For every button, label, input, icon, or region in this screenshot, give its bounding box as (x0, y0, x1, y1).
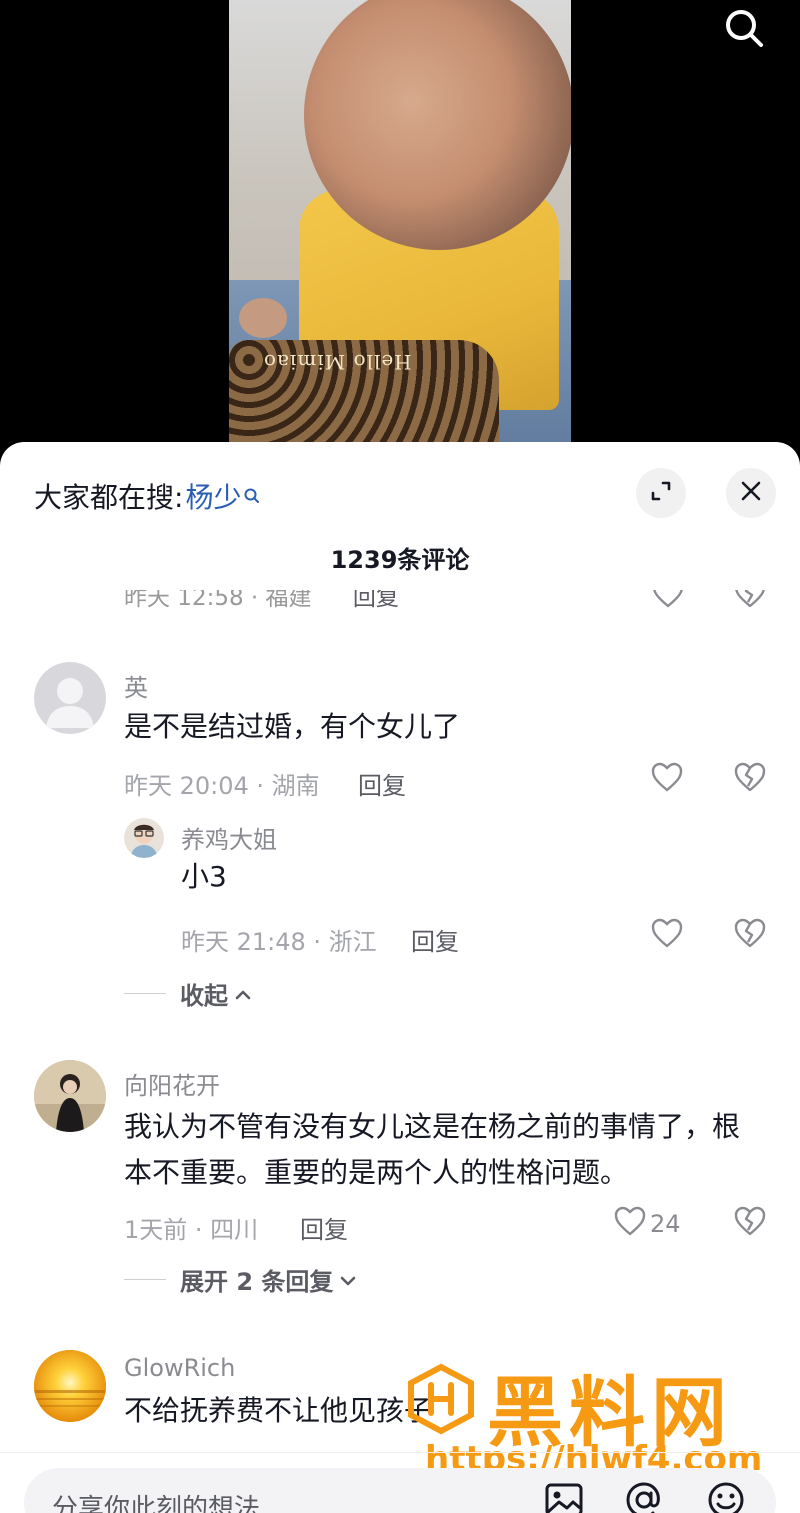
reply-button[interactable]: 回复 (411, 922, 459, 957)
expand-icon (649, 479, 673, 507)
toggle-line (124, 1279, 166, 1280)
mention-icon[interactable] (622, 1478, 666, 1513)
search-icon[interactable] (722, 6, 766, 50)
like-button[interactable] (651, 762, 683, 798)
username[interactable]: 英 (124, 668, 148, 703)
dislike-button[interactable] (734, 918, 766, 952)
like-button[interactable] (651, 918, 683, 954)
avatar[interactable] (124, 818, 164, 858)
username[interactable]: 向阳花开 (124, 1066, 220, 1101)
like-button[interactable]: 24 (614, 1206, 681, 1242)
heart-icon[interactable] (652, 590, 684, 614)
dislike-button[interactable] (734, 1206, 766, 1240)
trending-label: 大家都在搜: (34, 481, 184, 514)
comment-input[interactable]: 分享你此刻的想法 (24, 1468, 776, 1513)
trending-search[interactable]: 大家都在搜: 杨少 (34, 476, 261, 516)
comment-meta: 昨天 20:04 · 湖南 (124, 772, 320, 800)
expand-replies-button[interactable]: 展开 2 条回复 (124, 1262, 357, 1297)
heart-icon (614, 1206, 646, 1242)
video-foot (239, 298, 287, 338)
comment-count: 1239条评论 (330, 546, 470, 574)
broken-heart-icon (734, 918, 766, 952)
reply-meta: 昨天 21:48 · 浙江 (181, 928, 377, 956)
comment-meta: 昨天 12:58 · 福建 (124, 590, 312, 611)
video-player[interactable]: Hello Mimiao (0, 0, 800, 470)
comment-text: 是不是结过婚，有个女儿了 (124, 710, 461, 743)
divider (0, 1452, 800, 1453)
reply-button[interactable]: 回复 (300, 1210, 348, 1245)
reply-button[interactable]: 回复 (353, 590, 399, 611)
like-count: 24 (650, 1210, 681, 1238)
close-icon (739, 479, 763, 507)
emoji-icon[interactable] (704, 1478, 748, 1513)
comment-panel: 大家都在搜: 杨少 1239条评论 昨天 12:58 · 福建 回复 英 是不是… (0, 442, 800, 1513)
broken-heart-icon (734, 1206, 766, 1240)
toggle-line (124, 993, 166, 994)
comment-text: 不给抚养费不让他见孩子 (124, 1394, 433, 1427)
username[interactable]: GlowRich (124, 1354, 235, 1382)
toggle-label: 收起 (180, 982, 228, 1010)
broken-heart-icon (734, 762, 766, 796)
reply-button[interactable]: 回复 (358, 766, 406, 801)
comment-meta: 1天前 · 四川 (124, 1216, 259, 1244)
cut-comment-row: 昨天 12:58 · 福建 回复 (124, 590, 784, 616)
username[interactable]: 养鸡大姐 (181, 820, 277, 855)
avatar[interactable] (34, 662, 106, 734)
heart-icon (651, 918, 683, 954)
broken-heart-icon[interactable] (734, 590, 766, 614)
collapse-replies-button[interactable]: 收起 (124, 976, 252, 1011)
chevron-down-icon (339, 1266, 357, 1294)
comment-text: 我认为不管有没有女儿这是在杨之前的事情了，根本不重要。重要的是两个人的性格问题。 (124, 1110, 741, 1189)
chevron-up-icon (234, 980, 252, 1008)
video-frame: Hello Mimiao (229, 0, 571, 460)
video-bag-text: Hello Mimiao (263, 350, 412, 374)
comment-input-placeholder: 分享你此刻的想法 (52, 1494, 261, 1513)
image-icon[interactable] (542, 1478, 586, 1513)
reply-text: 小3 (181, 860, 227, 893)
heart-icon (651, 762, 683, 798)
avatar[interactable] (34, 1350, 106, 1422)
close-button[interactable] (726, 468, 776, 518)
expand-button[interactable] (636, 468, 686, 518)
dislike-button[interactable] (734, 762, 766, 796)
trending-keyword[interactable]: 杨少 (185, 476, 241, 516)
search-small-icon (243, 479, 261, 503)
toggle-label: 展开 2 条回复 (180, 1268, 334, 1296)
avatar[interactable] (34, 1060, 106, 1132)
